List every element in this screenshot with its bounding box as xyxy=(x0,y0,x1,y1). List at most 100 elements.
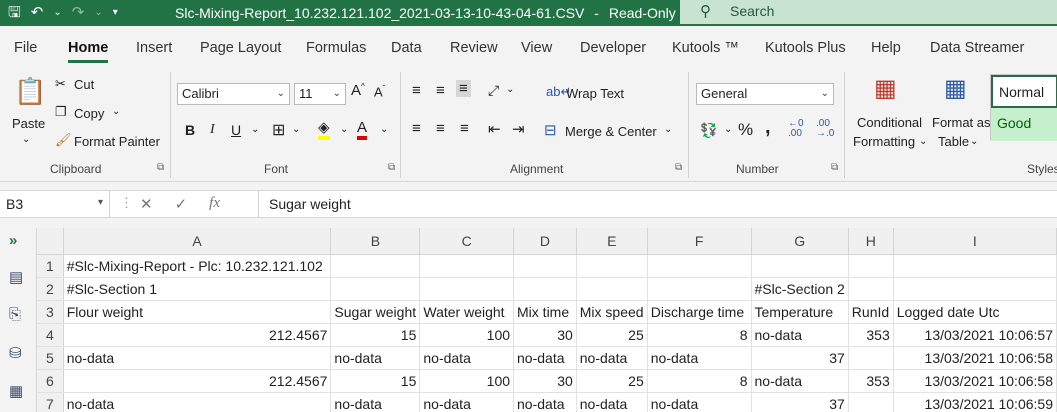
cell[interactable] xyxy=(647,254,752,278)
cell[interactable]: no-data xyxy=(576,392,648,412)
save-icon[interactable]: 🖫 xyxy=(8,3,21,23)
column-header-d[interactable]: D xyxy=(513,228,577,255)
decrease-indent-icon[interactable]: ⇤ xyxy=(488,120,501,138)
conditional-formatting-label-2[interactable]: Formatting xyxy=(853,134,915,149)
cell[interactable]: no-data xyxy=(513,346,577,370)
font-color-icon[interactable]: A xyxy=(357,120,368,140)
cell[interactable]: 100 xyxy=(419,323,515,347)
percent-style-button[interactable]: % xyxy=(738,120,753,140)
row-header[interactable]: 4 xyxy=(37,323,64,347)
cell[interactable] xyxy=(576,254,648,278)
merge-center-button[interactable]: Merge & Center xyxy=(565,124,657,139)
font-family-select[interactable]: Calibri ⌄ xyxy=(177,83,290,105)
cell[interactable]: 13/03/2021 10:06:57 xyxy=(893,323,1057,347)
cell[interactable]: #Slc-Section 1 xyxy=(63,277,332,301)
cut-icon[interactable]: ✂ xyxy=(55,76,66,92)
cell[interactable] xyxy=(330,277,421,301)
cell[interactable]: 100 xyxy=(419,369,515,393)
cut-button[interactable]: Cut xyxy=(74,77,94,92)
tab-formulas[interactable]: Formulas xyxy=(306,40,366,56)
row-header[interactable]: 6 xyxy=(37,369,64,393)
cell[interactable]: 353 xyxy=(848,369,894,393)
cell[interactable] xyxy=(419,277,515,301)
copy-button[interactable]: Copy xyxy=(74,106,104,121)
cell[interactable]: 212.4567 xyxy=(63,369,332,393)
clipboard-launcher-icon[interactable]: ⧉ xyxy=(157,162,164,173)
copy-icon[interactable]: ❐ xyxy=(55,104,67,120)
italic-button[interactable]: I xyxy=(210,122,215,138)
cell[interactable]: 25 xyxy=(576,323,648,347)
align-center-icon[interactable]: ≡ xyxy=(436,120,445,137)
font-size-select[interactable]: 11 ⌄ xyxy=(294,83,346,105)
format-painter-icon[interactable]: 🖌 xyxy=(55,132,72,148)
fill-color-icon[interactable]: ◈ xyxy=(318,120,330,140)
cell[interactable] xyxy=(576,277,648,301)
align-bottom-icon[interactable]: ≡ xyxy=(456,80,471,97)
cell[interactable]: 15 xyxy=(330,323,421,347)
conditional-formatting-icon[interactable]: ▦ xyxy=(874,74,897,103)
increase-indent-icon[interactable]: ⇥ xyxy=(512,120,525,138)
column-header-a[interactable]: A xyxy=(63,228,332,255)
cell[interactable]: 37 xyxy=(751,392,849,412)
tab-file[interactable]: File xyxy=(14,40,37,56)
number-format-select[interactable]: General ⌄ xyxy=(696,83,834,105)
undo-dropdown-icon[interactable]: ⌄ xyxy=(53,3,61,23)
cell[interactable]: 15 xyxy=(330,369,421,393)
cell[interactable]: Mix speed xyxy=(576,300,648,324)
column-list-icon[interactable]: ▦ xyxy=(9,382,23,400)
tab-review[interactable]: Review xyxy=(450,40,498,56)
cell[interactable]: no-data xyxy=(751,369,849,393)
cell[interactable]: no-data xyxy=(63,346,332,370)
row-header[interactable]: 2 xyxy=(37,277,64,301)
underline-dropdown-icon[interactable]: ⌄ xyxy=(251,124,259,135)
cell[interactable]: no-data xyxy=(330,392,421,412)
tab-insert[interactable]: Insert xyxy=(136,40,172,56)
column-header-c[interactable]: C xyxy=(419,228,515,255)
tab-kutools[interactable]: Kutools ™ xyxy=(672,40,739,56)
cell[interactable] xyxy=(513,254,577,278)
wrap-text-button[interactable]: Wrap Text xyxy=(566,86,624,101)
selected-cell[interactable]: Sugar weight xyxy=(330,300,421,324)
cell[interactable]: no-data xyxy=(63,392,332,412)
redo-dropdown-icon[interactable]: ⌄ xyxy=(94,3,102,23)
row-header[interactable]: 7 xyxy=(37,392,64,412)
autotext-icon[interactable]: ⎘ xyxy=(9,306,21,323)
customize-qat-icon[interactable]: ▾ xyxy=(113,3,118,23)
redo-icon[interactable]: ↷ xyxy=(72,3,85,23)
select-all-corner[interactable] xyxy=(37,228,64,255)
cell[interactable]: #Slc-Mixing-Report - Plc: 10.232.121.102 xyxy=(63,254,332,278)
search-box[interactable]: ⚲ Search xyxy=(680,0,1057,24)
column-header-g[interactable]: G xyxy=(751,228,849,255)
number-launcher-icon[interactable]: ⧉ xyxy=(831,162,838,173)
cell[interactable]: 353 xyxy=(848,323,894,347)
tab-data-streamer[interactable]: Data Streamer xyxy=(930,40,1024,56)
alignment-launcher-icon[interactable]: ⧉ xyxy=(675,162,682,173)
cell[interactable]: 37 xyxy=(751,346,849,370)
font-launcher-icon[interactable]: ⧉ xyxy=(388,162,395,173)
cell[interactable]: no-data xyxy=(647,392,752,412)
cell[interactable]: Logged date Utc xyxy=(893,300,1057,324)
font-color-dropdown-icon[interactable]: ⌄ xyxy=(380,124,388,135)
cell[interactable]: RunId xyxy=(848,300,894,324)
tab-data[interactable]: Data xyxy=(391,40,422,56)
name-manager-icon[interactable]: ⛁ xyxy=(9,344,22,362)
tab-page-layout[interactable]: Page Layout xyxy=(200,40,281,56)
paste-icon[interactable]: 📋 xyxy=(14,76,46,107)
style-good[interactable]: Good xyxy=(991,108,1057,141)
cell[interactable]: no-data xyxy=(419,392,515,412)
cell[interactable]: 212.4567 xyxy=(63,323,332,347)
conditional-dropdown-icon[interactable]: ⌄ xyxy=(919,136,927,147)
cell[interactable] xyxy=(513,277,577,301)
increase-font-size-icon[interactable]: A^ xyxy=(351,82,365,99)
tab-home[interactable]: Home xyxy=(68,40,109,63)
borders-icon[interactable]: ⊞ xyxy=(272,120,285,140)
cell[interactable] xyxy=(330,254,421,278)
cell[interactable]: no-data xyxy=(513,392,577,412)
cell[interactable]: no-data xyxy=(576,346,648,370)
align-middle-icon[interactable]: ≡ xyxy=(436,82,445,99)
cell[interactable]: 30 xyxy=(513,323,577,347)
tab-help[interactable]: Help xyxy=(871,40,901,56)
fill-color-dropdown-icon[interactable]: ⌄ xyxy=(340,124,348,135)
orientation-icon[interactable]: ⤢ xyxy=(488,82,499,99)
bold-button[interactable]: B xyxy=(185,122,195,138)
